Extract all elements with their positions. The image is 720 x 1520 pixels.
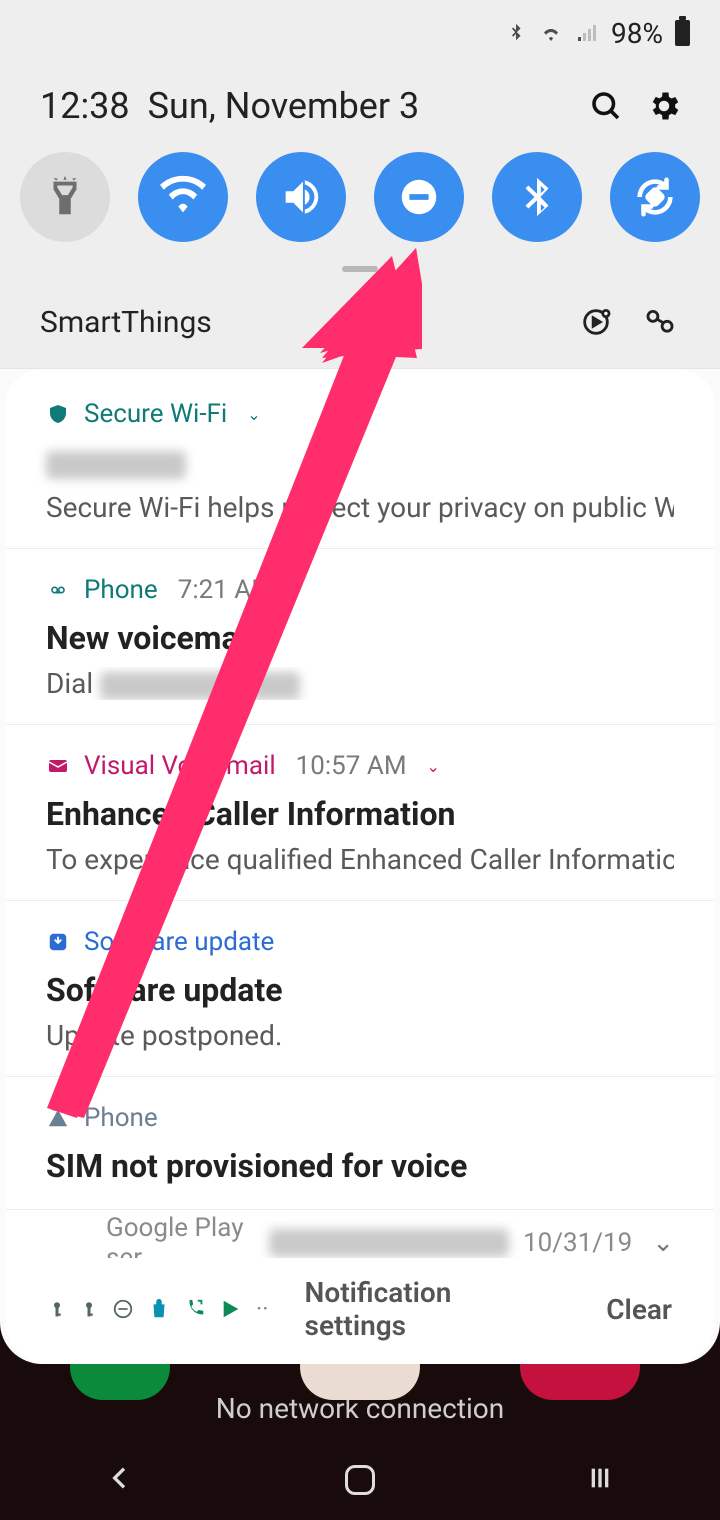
bag-icon: [148, 1297, 170, 1321]
wifi-status-icon: [539, 21, 563, 45]
key-icon: [80, 1296, 98, 1322]
notification-date: 10/31/19: [523, 1228, 632, 1258]
status-bar: 98%: [0, 0, 720, 66]
notification-item[interactable]: Software update Software update Update p…: [6, 901, 714, 1077]
smartthings-row[interactable]: SmartThings: [0, 284, 720, 369]
notification-settings-button[interactable]: Notification settings: [305, 1276, 555, 1342]
notification-app-name: Phone: [84, 1103, 158, 1133]
navigation-bar: [0, 1440, 720, 1520]
battery-percent: 98%: [611, 17, 663, 50]
notification-app-name: Phone: [84, 575, 158, 605]
rotate-toggle[interactable]: [610, 152, 700, 242]
settings-button[interactable]: [642, 84, 686, 128]
notification-title: SIM not provisioned for voice: [46, 1147, 674, 1185]
notification-title: [46, 443, 674, 481]
notification-text: Secure Wi-Fi helps protect your privacy …: [46, 491, 674, 524]
panel-footer: ·· Notification settings Clear: [6, 1258, 714, 1364]
wifi-toggle[interactable]: [138, 152, 228, 242]
notification-item-collapsed[interactable]: Google Play ser 10/31/19 ⌄: [6, 1210, 714, 1258]
notification-time: 7:21 AM: [178, 575, 274, 605]
media-output-icon[interactable]: [576, 302, 616, 342]
call-icon: [184, 1298, 206, 1320]
chevron-down-icon[interactable]: ⌄: [247, 405, 260, 424]
home-button[interactable]: [345, 1465, 375, 1495]
back-button[interactable]: [104, 1462, 136, 1498]
bluetooth-toggle[interactable]: [492, 152, 582, 242]
voicemail-icon: [46, 578, 70, 602]
dnd-toggle[interactable]: [374, 152, 464, 242]
visual-voicemail-icon: [46, 754, 70, 778]
chevron-down-icon[interactable]: ⌄: [652, 1228, 674, 1258]
header-time: 12:38: [40, 85, 130, 127]
more-icon: ··: [256, 1295, 269, 1323]
notification-text: Dial: [46, 667, 674, 700]
devices-icon[interactable]: [640, 302, 680, 342]
notification-time: 10:57 AM: [296, 751, 407, 781]
notification-app-name: Software update: [84, 927, 274, 957]
signal-status-icon: [575, 21, 599, 45]
notification-text: Update postponed.: [46, 1019, 674, 1052]
notification-title: New voicemail: [46, 619, 674, 657]
drag-handle[interactable]: [0, 266, 720, 284]
panel-header: 12:38 Sun, November 3: [0, 66, 720, 142]
quick-settings-row: [0, 142, 720, 266]
header-date: Sun, November 3: [148, 85, 570, 127]
battery-icon: [675, 20, 690, 46]
redacted-text: [269, 1229, 509, 1257]
notification-app-name: Secure Wi-Fi: [84, 399, 227, 429]
software-update-icon: [46, 930, 70, 954]
sound-toggle[interactable]: [256, 152, 346, 242]
notification-text: To experience qualified Enhanced Caller …: [46, 843, 674, 876]
notification-item[interactable]: Secure Wi-Fi ⌄ Secure Wi-Fi helps protec…: [6, 369, 714, 549]
flashlight-toggle[interactable]: [20, 152, 110, 242]
recents-button[interactable]: [584, 1462, 616, 1498]
chevron-down-icon[interactable]: ⌄: [427, 757, 440, 776]
warning-icon: [46, 1106, 70, 1130]
notification-panel: 98% 12:38 Sun, November 3: [0, 0, 720, 1364]
secure-wifi-icon: [46, 402, 70, 426]
play-icon: [220, 1298, 242, 1320]
notification-app-name: Visual Voicemail: [84, 751, 276, 781]
notification-item[interactable]: Visual Voicemail 10:57 AM ⌄ Enhanced Cal…: [6, 725, 714, 901]
bluetooth-status-icon: [505, 22, 527, 44]
footer-app-icons[interactable]: ··: [48, 1295, 269, 1323]
notification-title: Software update: [46, 971, 674, 1009]
clear-button[interactable]: Clear: [606, 1293, 672, 1326]
smartthings-label: SmartThings: [40, 305, 552, 340]
notification-item[interactable]: Phone SIM not provisioned for voice: [6, 1077, 714, 1210]
dnd-small-icon: [112, 1298, 134, 1320]
key-icon: [48, 1296, 66, 1322]
notification-title: Enhanced Caller Information: [46, 795, 674, 833]
notifications-list: Secure Wi-Fi ⌄ Secure Wi-Fi helps protec…: [6, 369, 714, 1364]
notification-item[interactable]: Phone 7:21 AM New voicemail Dial: [6, 549, 714, 725]
notification-app-name: Google Play ser: [106, 1213, 255, 1258]
search-button[interactable]: [584, 84, 628, 128]
